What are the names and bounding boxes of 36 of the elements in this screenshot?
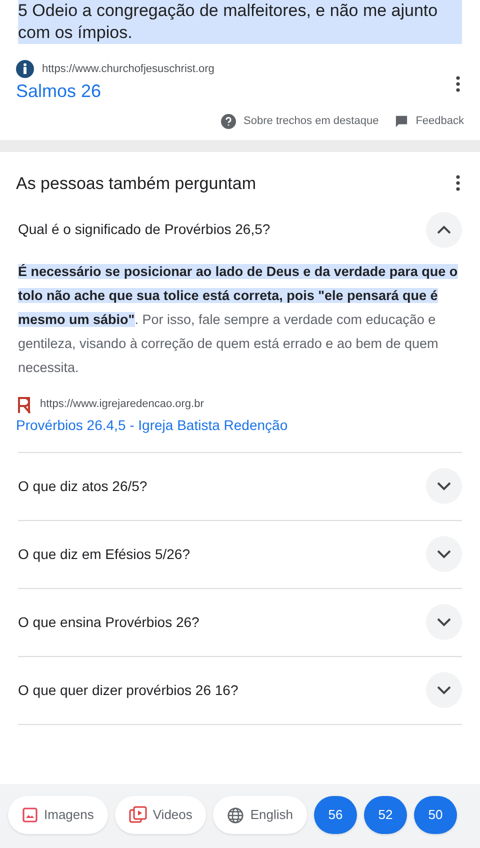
number-chip[interactable]: 50 <box>414 796 458 834</box>
snippet-text: 5 Odeio a congregação de malfeitores, e não me ajunto com os ímpios. <box>18 0 462 44</box>
source-url: https://www.churchofjesuschrist.org <box>42 62 214 77</box>
expand-button[interactable] <box>426 468 462 504</box>
globe-icon <box>227 806 244 824</box>
feedback-icon <box>394 114 408 128</box>
chevron-down-icon <box>437 618 451 626</box>
images-chip[interactable]: Imagens <box>8 796 108 834</box>
question-text[interactable]: O que ensina Provérbios 26? <box>18 612 200 632</box>
question-text[interactable]: O que diz em Efésios 5/26? <box>18 544 190 564</box>
about-link[interactable]: Sobre trechos em destaque <box>220 113 379 130</box>
language-chip[interactable]: English <box>213 796 308 834</box>
expand-button[interactable] <box>426 604 462 640</box>
result-title[interactable]: Provérbios 26.4,5 - Igreja Batista Redenção <box>16 414 288 436</box>
chevron-down-icon <box>437 550 451 558</box>
chevron-up-icon <box>437 225 451 234</box>
question-text[interactable]: Qual é o significado de Provérbios 26,5? <box>18 219 270 240</box>
help-icon <box>220 114 236 129</box>
chevron-down-icon <box>437 686 451 694</box>
site-icon <box>16 396 32 414</box>
result-title[interactable]: Salmos 26 <box>16 78 102 105</box>
number-chip[interactable]: 56 <box>314 796 358 834</box>
source-url: https://www.igrejaredencao.org.br <box>40 397 204 412</box>
chevron-down-icon <box>437 482 451 490</box>
video-icon <box>128 806 147 824</box>
image-icon <box>22 807 38 823</box>
feedback-link[interactable]: Feedback <box>394 113 464 130</box>
question-text[interactable]: O que diz atos 26/5? <box>18 476 148 496</box>
collapse-button[interactable] <box>426 212 462 248</box>
site-icon <box>16 60 34 78</box>
number-chip[interactable]: 52 <box>364 796 408 834</box>
question-text[interactable]: O que quer dizer provérbios 26 16? <box>18 680 238 700</box>
expand-button[interactable] <box>426 536 462 572</box>
section-heading: As pessoas também perguntam <box>16 172 256 195</box>
videos-chip[interactable]: Videos <box>114 796 206 834</box>
expand-button[interactable] <box>426 672 462 708</box>
